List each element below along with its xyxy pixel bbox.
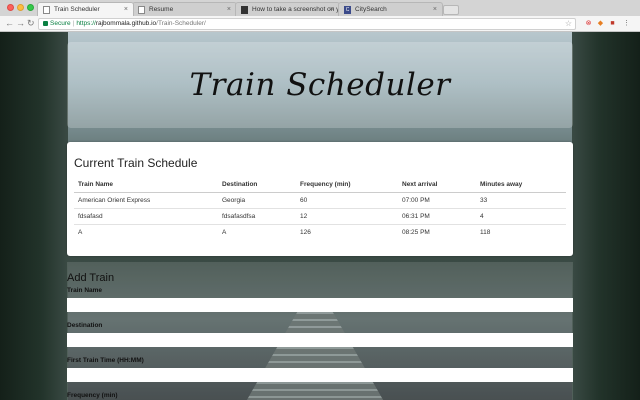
close-tab-icon[interactable]: × bbox=[330, 3, 334, 16]
address-separator: | bbox=[72, 20, 75, 27]
tab-screenshot-howto[interactable]: How to take a screenshot on y × bbox=[235, 2, 340, 16]
apple-icon bbox=[241, 6, 248, 14]
destination-input[interactable] bbox=[67, 333, 573, 347]
bookmark-star-icon[interactable]: ☆ bbox=[565, 19, 572, 29]
tab-label: CitySearch bbox=[355, 6, 387, 13]
frequency-label: Frequency (min) bbox=[67, 392, 118, 399]
destination-cell: A bbox=[222, 228, 227, 236]
url-protocol: https:// bbox=[76, 20, 96, 27]
frequency-cell: 126 bbox=[300, 228, 311, 236]
column-header: Minutes away bbox=[476, 178, 566, 193]
back-icon[interactable]: ← bbox=[5, 18, 14, 29]
column-header: Destination bbox=[218, 178, 296, 193]
browser-chrome: Train Scheduler × Resume × How to take a… bbox=[0, 0, 640, 32]
extension-icon[interactable]: ■ bbox=[608, 19, 617, 28]
column-header: Next arrival bbox=[398, 178, 476, 193]
tab-label: Resume bbox=[149, 6, 174, 13]
address-bar[interactable]: Secure | https://rajbommala.github.io/Trai… bbox=[38, 18, 576, 30]
tab-train-scheduler[interactable]: Train Scheduler × bbox=[37, 2, 134, 16]
frequency-cell: 12 bbox=[296, 208, 398, 225]
first-train-time-input[interactable] bbox=[67, 368, 573, 382]
page-title: Train Scheduler bbox=[189, 67, 451, 103]
header-jumbotron: Train Scheduler bbox=[67, 42, 573, 128]
schedule-panel: Current Train Schedule Train Name Destin… bbox=[67, 142, 573, 256]
page-icon bbox=[138, 6, 145, 14]
minutes-away-cell: 33 bbox=[476, 192, 566, 209]
url-host: rajbommala.github.io bbox=[95, 20, 157, 27]
maximize-window-button[interactable] bbox=[27, 4, 34, 11]
table-row: A A 126 08:25 PM 118 bbox=[74, 224, 566, 240]
train-name-input[interactable] bbox=[67, 298, 573, 312]
destination-label: Destination bbox=[67, 322, 103, 329]
schedule-table: Train Name Destination Frequency (min) N… bbox=[74, 178, 566, 240]
menu-icon[interactable]: ⋮ bbox=[622, 19, 631, 28]
browser-toolbar: ← → ↻ Secure | https://rajbommala.github.i… bbox=[0, 16, 640, 32]
new-tab-button[interactable] bbox=[443, 5, 459, 15]
train-name-cell: fdsafasd bbox=[74, 208, 218, 225]
minutes-away-cell: 118 bbox=[480, 228, 491, 236]
forward-icon[interactable]: → bbox=[16, 18, 25, 29]
close-tab-icon[interactable]: × bbox=[227, 3, 231, 16]
table-row: American Orient Express Georgia 60 07:00… bbox=[74, 192, 566, 209]
column-header: Train Name bbox=[74, 178, 218, 193]
tab-label: How to take a screenshot on y bbox=[252, 6, 340, 13]
secure-label: Secure bbox=[50, 20, 71, 27]
train-name-cell: A bbox=[78, 228, 83, 236]
frequency-cell: 60 bbox=[296, 192, 398, 209]
table-row: fdsafasd fdsafasdfsa 12 06:31 PM 4 bbox=[74, 208, 566, 225]
train-name-label: Train Name bbox=[67, 287, 103, 294]
field-spacer bbox=[67, 382, 573, 389]
next-arrival-cell: 08:25 PM bbox=[402, 228, 430, 236]
field-spacer bbox=[67, 347, 573, 354]
citysearch-icon: C bbox=[344, 6, 351, 14]
tab-strip: Train Scheduler × Resume × How to take a… bbox=[0, 0, 640, 16]
column-header: Frequency (min) bbox=[296, 178, 398, 193]
table-header-row: Train Name Destination Frequency (min) N… bbox=[74, 178, 566, 193]
train-name-cell: American Orient Express bbox=[74, 192, 218, 209]
minimize-window-button[interactable] bbox=[17, 4, 24, 11]
url-path: /Train-Scheduler/ bbox=[156, 20, 206, 27]
forest-left bbox=[0, 32, 68, 400]
destination-cell: Georgia bbox=[218, 192, 296, 209]
next-arrival-cell: 06:31 PM bbox=[398, 208, 476, 225]
schedule-heading: Current Train Schedule bbox=[74, 156, 198, 170]
extension-icon[interactable]: ⊗ bbox=[584, 19, 593, 28]
close-tab-icon[interactable]: × bbox=[433, 3, 437, 16]
field-spacer bbox=[67, 312, 573, 319]
close-window-button[interactable] bbox=[7, 4, 14, 11]
lock-icon bbox=[43, 20, 48, 26]
minutes-away-cell: 4 bbox=[476, 208, 566, 225]
next-arrival-cell: 07:00 PM bbox=[398, 192, 476, 209]
destination-cell: fdsafasdfsa bbox=[218, 208, 296, 225]
forest-right bbox=[572, 32, 640, 400]
reload-icon[interactable]: ↻ bbox=[27, 18, 35, 29]
close-tab-icon[interactable]: × bbox=[124, 3, 128, 16]
add-train-heading: Add Train bbox=[67, 272, 115, 284]
page-icon bbox=[43, 6, 50, 14]
extension-icon[interactable]: ◆ bbox=[596, 19, 605, 28]
tab-label: Train Scheduler bbox=[54, 6, 100, 13]
first-train-time-label: First Train Time (HH:MM) bbox=[67, 357, 144, 364]
add-train-form: Add Train Train Name Destination First T… bbox=[67, 262, 573, 400]
tab-citysearch[interactable]: C CitySearch × bbox=[338, 2, 443, 16]
tab-resume[interactable]: Resume × bbox=[132, 2, 237, 16]
